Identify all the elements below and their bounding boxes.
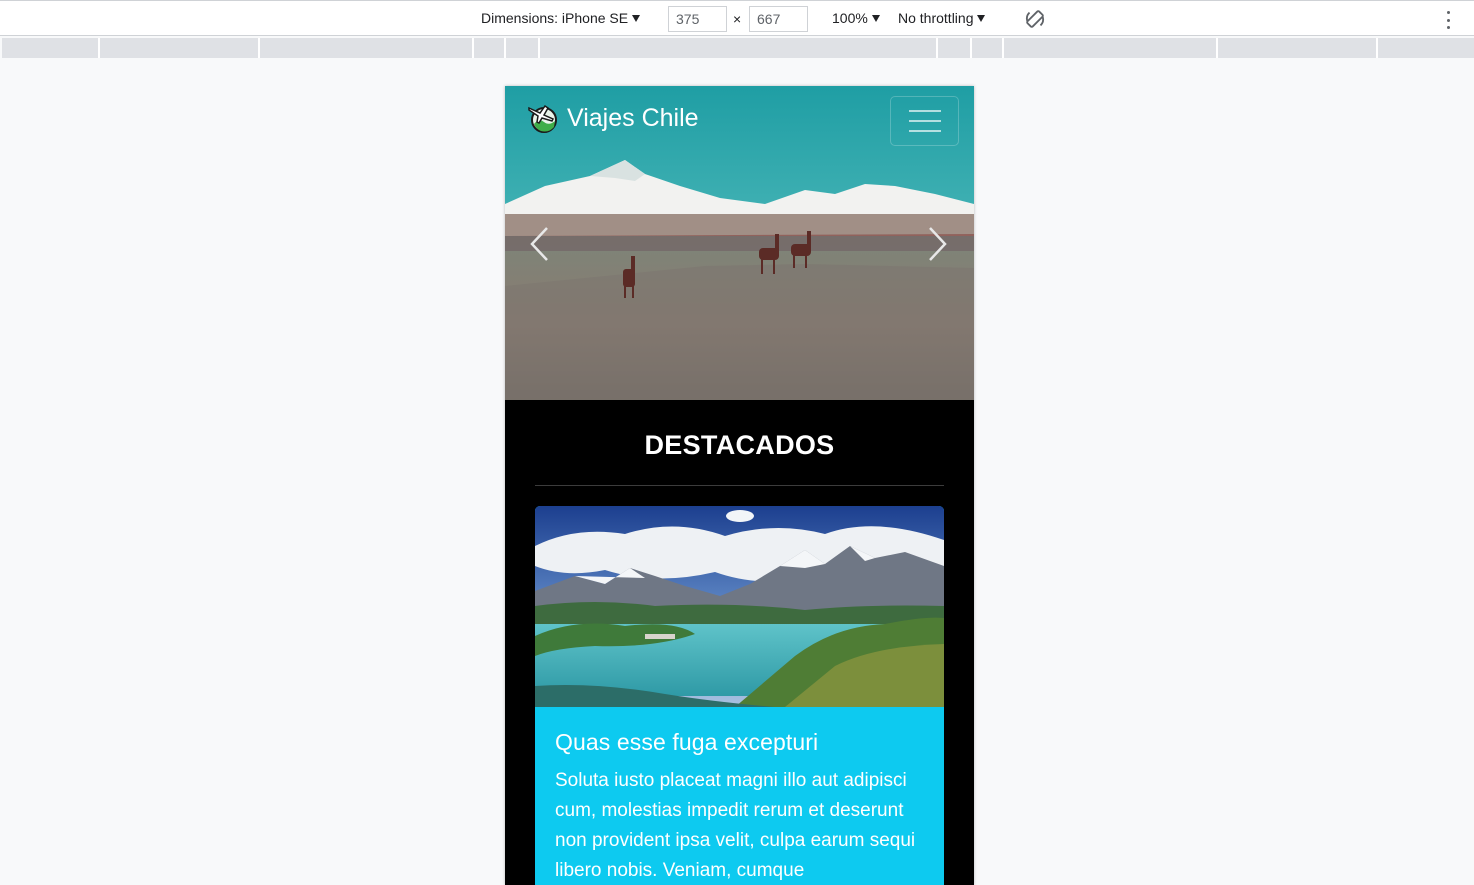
card-image [535, 506, 944, 707]
featured-heading: DESTACADOS [644, 430, 835, 460]
menu-hamburger-icon [908, 110, 941, 112]
chevron-down-icon [871, 15, 880, 22]
width-input[interactable] [668, 6, 727, 32]
throttling-select[interactable]: No throttling [898, 1, 986, 35]
device-select-label: Dimensions: iPhone SE [481, 10, 629, 26]
media-query-segment[interactable] [1216, 38, 1218, 58]
navbar-toggler-button[interactable] [890, 96, 959, 146]
chevron-down-icon [977, 15, 986, 22]
device-viewport: Viajes Chile DESTACADOS Quas esse fuga e… [505, 86, 974, 885]
media-query-segment[interactable] [98, 38, 100, 58]
times-symbol: × [733, 11, 742, 27]
brand-name: Viajes Chile [567, 103, 699, 132]
media-query-segment[interactable] [970, 38, 972, 58]
navbar-brand[interactable]: Viajes Chile [527, 102, 699, 134]
media-query-bar [2, 38, 1474, 58]
featured-card[interactable]: Quas esse fuga excepturi Soluta iusto pl… [535, 506, 944, 885]
zoom-label: 100% [832, 10, 868, 26]
media-query-segment[interactable] [1376, 38, 1378, 58]
globe-plane-logo-icon [528, 104, 557, 133]
throttling-label: No throttling [898, 10, 974, 26]
device-select[interactable]: Dimensions: iPhone SE [481, 1, 641, 35]
more-options-icon[interactable] [1444, 11, 1452, 29]
media-query-segment[interactable] [472, 38, 474, 58]
menu-hamburger-icon-bar [908, 120, 941, 122]
media-query-segment[interactable] [504, 38, 506, 58]
chevron-left-icon[interactable] [527, 224, 551, 264]
media-query-segment[interactable] [538, 38, 540, 58]
chevron-down-icon [632, 15, 641, 22]
chevron-right-icon[interactable] [926, 224, 950, 264]
hero-carousel: Viajes Chile [505, 86, 974, 400]
section-divider [535, 485, 944, 486]
card-title: Quas esse fuga excepturi [555, 729, 819, 755]
media-query-segment[interactable] [258, 38, 260, 58]
media-query-segment[interactable] [936, 38, 938, 58]
media-query-segment[interactable] [1002, 38, 1004, 58]
menu-hamburger-icon-bar [908, 130, 941, 132]
card-text: Soluta iusto placeat magni illo aut adip… [555, 770, 916, 881]
height-input[interactable] [749, 6, 808, 32]
rotate-icon[interactable] [1024, 8, 1046, 30]
zoom-select[interactable]: 100% [832, 1, 880, 35]
card-body: Quas esse fuga excepturi Soluta iusto pl… [535, 707, 944, 885]
device-toolbar: Dimensions: iPhone SE × 100% No throttli… [0, 0, 1474, 36]
